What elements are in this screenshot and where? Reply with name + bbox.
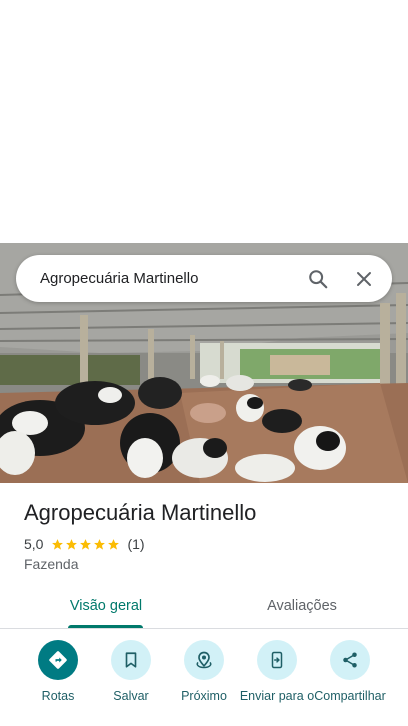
directions-label: Rotas [41, 689, 75, 703]
send-to-phone-icon [271, 651, 283, 669]
share-label: Compartilhar [314, 689, 386, 703]
action-bar: Rotas Salvar Próximo Enviar para o Compa… [0, 640, 408, 726]
tab-bar: Visão geral Avaliações [0, 584, 408, 629]
directions-button[interactable]: Rotas [19, 640, 97, 703]
share-button[interactable]: Compartilhar [311, 640, 389, 703]
directions-icon [49, 651, 67, 669]
star-icon [94, 538, 106, 550]
nearby-button[interactable]: Próximo [165, 640, 243, 703]
save-label: Salvar [113, 689, 149, 703]
send-to-phone-label: Enviar para o [239, 689, 315, 703]
star-icon [52, 538, 64, 550]
place-category: Fazenda [24, 556, 79, 572]
bookmark-icon [125, 652, 137, 668]
search-query-text[interactable]: Agropecuária Martinello [40, 270, 298, 287]
send-to-phone-button[interactable]: Enviar para o [238, 640, 316, 703]
close-icon[interactable] [344, 259, 384, 299]
rating-value: 5,0 [24, 536, 44, 552]
blank-top-area [0, 0, 408, 243]
star-icon [80, 538, 92, 550]
rating-stars [51, 538, 121, 551]
place-title: Agropecuária Martinello [24, 500, 257, 525]
nearby-label: Próximo [181, 689, 227, 703]
search-bar[interactable]: Agropecuária Martinello [16, 255, 392, 302]
review-count[interactable]: (1) [127, 536, 144, 552]
tab-reviews[interactable]: Avaliações [246, 584, 358, 627]
save-button[interactable]: Salvar [92, 640, 170, 703]
active-tab-indicator [68, 625, 143, 628]
share-icon [343, 652, 357, 668]
star-icon [66, 538, 78, 550]
rating-row[interactable]: 5,0 (1) [24, 536, 145, 552]
search-icon[interactable] [298, 259, 338, 299]
star-icon [108, 538, 120, 550]
nearby-icon [196, 651, 212, 669]
tab-overview[interactable]: Visão geral [52, 584, 160, 627]
